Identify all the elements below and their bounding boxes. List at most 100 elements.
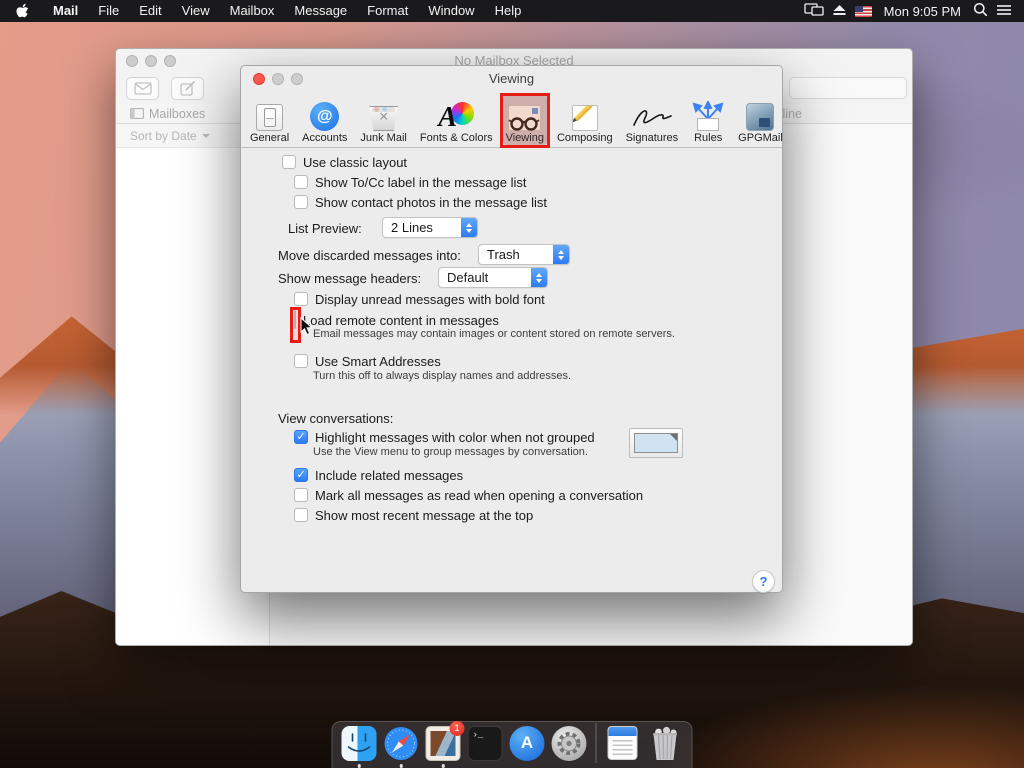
checkbox-smart-addresses[interactable]	[294, 354, 308, 368]
highlight-subtext: Use the View menu to group messages by c…	[313, 446, 588, 458]
row-bold-unread: Display unread messages with bold font	[294, 291, 545, 307]
checkbox-use-classic-layout[interactable]	[282, 155, 296, 169]
viewing-icon	[508, 105, 541, 131]
general-icon	[256, 104, 283, 131]
prefs-tab-composing[interactable]: Composing	[554, 95, 616, 145]
row-smart-addresses: Use Smart Addresses	[294, 353, 441, 369]
row-highlight-messages: Highlight messages with color when not g…	[294, 429, 595, 445]
prefs-tab-rules[interactable]: Rules	[688, 95, 728, 145]
notification-center-icon[interactable]	[996, 4, 1012, 19]
highlight-color-well[interactable]	[629, 428, 683, 458]
dock-separator	[596, 723, 597, 763]
prefs-tab-viewing[interactable]: Viewing	[503, 95, 547, 145]
checkbox-label: Display unread messages with bold font	[315, 292, 545, 307]
sort-by-label: Sort by Date	[130, 129, 197, 143]
checkbox-label: Highlight messages with color when not g…	[315, 430, 595, 445]
safari-icon	[384, 726, 419, 761]
dock-mail[interactable]: 1	[426, 726, 461, 761]
row-recent-top: Show most recent message at the top	[294, 507, 533, 523]
message-headers-popup[interactable]: Default	[438, 267, 548, 288]
checkbox-label: Mark all messages as read when opening a…	[315, 488, 643, 503]
prefs-tab-fonts-colors[interactable]: Fonts & Colors	[417, 95, 496, 145]
dock: 1 ›_	[332, 721, 693, 768]
menu-item-window[interactable]: Window	[418, 0, 484, 22]
list-preview-label: List Preview:	[288, 221, 362, 236]
menu-item-edit[interactable]: Edit	[129, 0, 171, 22]
help-button[interactable]: ?	[752, 570, 775, 593]
checkbox-show-tocc[interactable]	[294, 175, 308, 189]
popup-stepper-icon	[531, 268, 547, 287]
compose-button[interactable]	[171, 77, 204, 100]
checkbox-include-related[interactable]	[294, 468, 308, 482]
dock-system-preferences[interactable]	[552, 726, 587, 761]
prefs-tab-accounts[interactable]: Accounts	[299, 95, 350, 145]
checkbox-highlight-messages[interactable]	[294, 430, 308, 444]
signatures-icon	[630, 105, 674, 131]
color-swatch	[634, 433, 678, 453]
list-preview-popup[interactable]: 2 Lines	[382, 217, 478, 238]
junk-mail-icon	[368, 106, 399, 131]
popup-stepper-icon	[553, 245, 569, 264]
checkbox-recent-top[interactable]	[294, 508, 308, 522]
menu-item-format[interactable]: Format	[357, 0, 418, 22]
app-store-icon	[510, 726, 545, 761]
menu-item-view[interactable]: View	[172, 0, 220, 22]
accounts-icon	[310, 102, 339, 131]
mail-badge: 1	[450, 721, 465, 736]
row-include-related: Include related messages	[294, 467, 463, 483]
row-mark-all-read: Mark all messages as read when opening a…	[294, 487, 643, 503]
message-headers-label: Show message headers:	[278, 271, 421, 286]
mouse-cursor	[300, 317, 313, 336]
mailboxes-toggle[interactable]: Mailboxes	[130, 107, 205, 121]
keyboard-flag-icon[interactable]	[855, 6, 872, 17]
menu-bar-status: Mon 9:05 PM	[804, 2, 1024, 20]
discarded-messages-popup[interactable]: Trash	[478, 244, 570, 265]
dock-trash[interactable]	[648, 726, 683, 761]
prefs-tab-general[interactable]: General	[247, 95, 292, 145]
discarded-messages-label: Move discarded messages into:	[278, 248, 461, 263]
menu-bar: Mail File Edit View Mailbox Message Form…	[0, 0, 1024, 22]
popup-stepper-icon	[461, 218, 477, 237]
displays-icon[interactable]	[804, 3, 824, 20]
checkbox-contact-photos[interactable]	[294, 195, 308, 209]
checkbox-label: Use Smart Addresses	[315, 354, 441, 369]
rules-icon	[691, 101, 725, 131]
apple-menu-icon[interactable]	[0, 3, 43, 19]
dock-app-store[interactable]	[510, 726, 545, 761]
prefs-window-title: Viewing	[241, 71, 782, 86]
chevron-down-icon	[202, 134, 210, 138]
row-load-remote-content: Load remote content in messages	[294, 312, 499, 328]
prefs-toolbar: General Accounts Junk Mail Fonts & Color…	[241, 87, 782, 148]
compose-icon	[180, 81, 196, 96]
menu-item-help[interactable]: Help	[485, 0, 532, 22]
running-indicator	[441, 764, 445, 768]
dock-document[interactable]	[606, 726, 641, 761]
eject-icon[interactable]	[832, 4, 847, 19]
checkbox-bold-unread[interactable]	[294, 292, 308, 306]
checkbox-label: Show To/Cc label in the message list	[315, 175, 526, 190]
checkbox-label: Include related messages	[315, 468, 463, 483]
checkbox-mark-all-read[interactable]	[294, 488, 308, 502]
sidebar-icon	[130, 108, 144, 119]
menu-item-mailbox[interactable]: Mailbox	[220, 0, 285, 22]
row-contact-photos: Show contact photos in the message list	[294, 194, 547, 210]
get-mail-button[interactable]	[126, 77, 159, 100]
trash-icon	[648, 726, 683, 761]
row-use-classic-layout: Use classic layout	[282, 154, 407, 170]
mail-search-field[interactable]	[789, 77, 907, 99]
menu-bar-clock[interactable]: Mon 9:05 PM	[880, 4, 965, 19]
dock-terminal[interactable]: ›_	[468, 726, 503, 761]
checkbox-label: Show most recent message at the top	[315, 508, 533, 523]
prefs-tab-signatures[interactable]: Signatures	[623, 95, 682, 145]
remote-content-subtext: Email messages may contain images or con…	[313, 328, 675, 340]
prefs-tab-gpgmail[interactable]: GPGMail	[735, 95, 786, 145]
prefs-tab-junk-mail[interactable]: Junk Mail	[357, 95, 409, 145]
menu-item-mail[interactable]: Mail	[43, 0, 88, 22]
menu-item-file[interactable]: File	[88, 0, 129, 22]
dock-finder[interactable]	[342, 726, 377, 761]
checkbox-label: Load remote content in messages	[303, 313, 499, 328]
dock-safari[interactable]	[384, 726, 419, 761]
spotlight-icon[interactable]	[973, 2, 988, 20]
gear-icon	[552, 726, 587, 761]
menu-item-message[interactable]: Message	[284, 0, 357, 22]
